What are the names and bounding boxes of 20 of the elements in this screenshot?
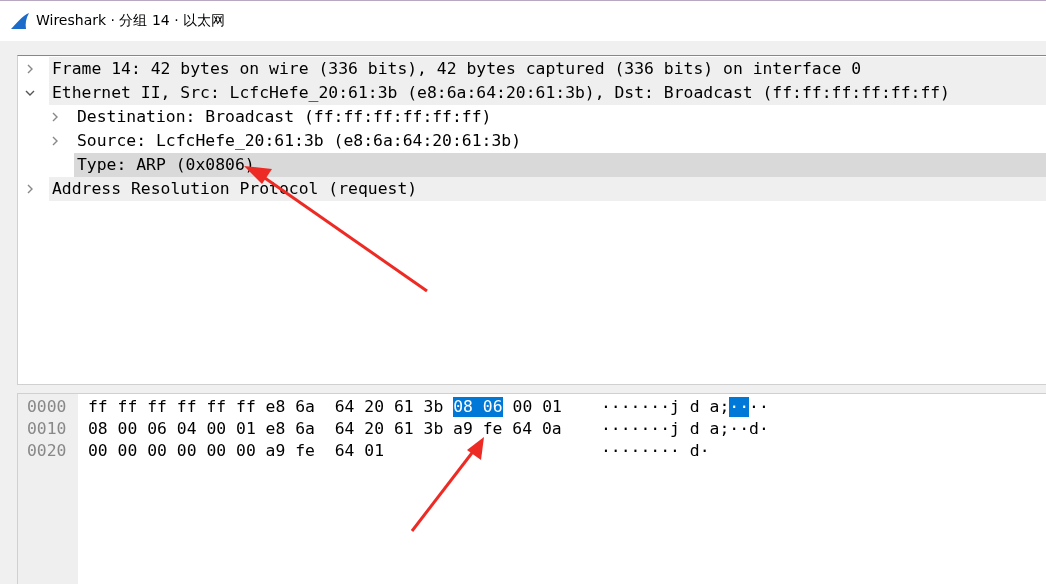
ascii-bytes[interactable]: ·······j d a;··d· [601,419,769,439]
byte-offset: 0000 [26,396,68,418]
hex-bytes[interactable]: 00 01 [512,397,562,417]
hex-bytes[interactable]: 00 00 00 00 00 00 a9 fe 64 01 [88,441,385,461]
shark-fin-icon [10,12,30,30]
hex-bytes[interactable]: 08 06 [453,397,503,417]
byte-offset: 0010 [26,418,68,440]
tree-item[interactable]: Destination: Broadcast (ff:ff:ff:ff:ff:ff) [74,105,1046,129]
ascii-bytes[interactable]: ·······j d a; [601,397,730,417]
ascii-bytes[interactable]: ········ d· [601,441,710,461]
hex-bytes[interactable]: 08 00 06 04 00 01 e8 6a 64 20 61 3b a9 fe 64 0a [88,419,562,439]
tree-item[interactable]: Ethernet II, Src: LcfcHefe_20:61:3b (e8:6a:64:20:61:3b), Dst: Broadcast (ff:ff:ff:ff:ff:ff) [49,81,1046,105]
ascii-bytes[interactable]: ·· [749,397,769,417]
tree-item[interactable]: Type: ARP (0x0806) [74,153,1046,177]
byte-offset: 0020 [26,440,68,462]
tree-item[interactable]: Source: LcfcHefe_20:61:3b (e8:6a:64:20:61:3b) [74,129,1046,153]
window-title: Wireshark · 分组 14 · 以太网 [36,12,226,30]
hex-bytes[interactable]: ff ff ff ff ff ff e8 6a 64 20 61 3b [88,397,444,417]
ascii-bytes[interactable]: ·· [729,397,750,417]
tree-item[interactable]: Frame 14: 42 bytes on wire (336 bits), 42 bytes captured (336 bits) on interface 0 [49,57,1046,81]
